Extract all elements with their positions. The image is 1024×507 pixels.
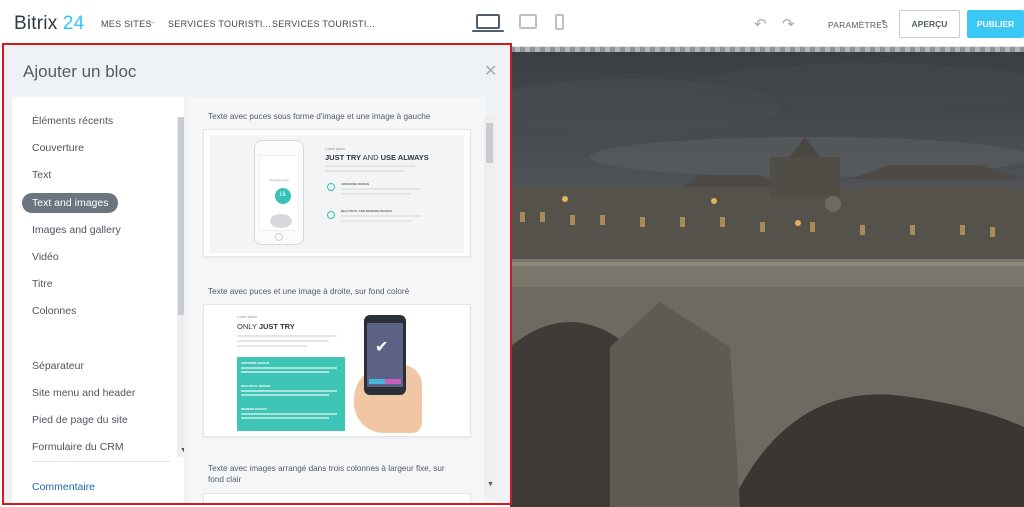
settings-menu[interactable]: PARAMÈTRES [828,20,888,30]
dashed-border [510,47,1024,52]
bitrix24-logo[interactable]: Bitrix 24 [14,13,84,35]
breadcrumb-separator-icon: — [251,17,260,27]
logo-text: Bitrix [14,13,58,34]
breadcrumb-my-sites[interactable]: MES SITES [101,19,152,29]
desktop-stand [472,30,504,32]
logo-number: 24 [62,13,85,34]
tablet-view-icon[interactable] [519,14,537,29]
mobile-view-icon[interactable] [555,14,564,30]
desktop-view-icon[interactable] [476,14,500,29]
publish-button[interactable]: PUBLIER [967,10,1024,38]
undo-icon[interactable]: ↶ [754,15,767,33]
breadcrumb-separator-icon: — [146,17,155,27]
cover-background-image [510,47,1024,507]
highlight-frame [2,43,512,505]
top-bar: Bitrix 24 MES SITES — SERVICES TOURISTI.… [0,0,1024,47]
preview-button[interactable]: APERÇU [899,10,960,38]
breadcrumb-page[interactable]: SERVICES TOURISTI... [272,19,375,29]
chevron-down-icon[interactable]: ▼ [880,19,887,26]
redo-icon[interactable]: ↷ [782,15,795,33]
